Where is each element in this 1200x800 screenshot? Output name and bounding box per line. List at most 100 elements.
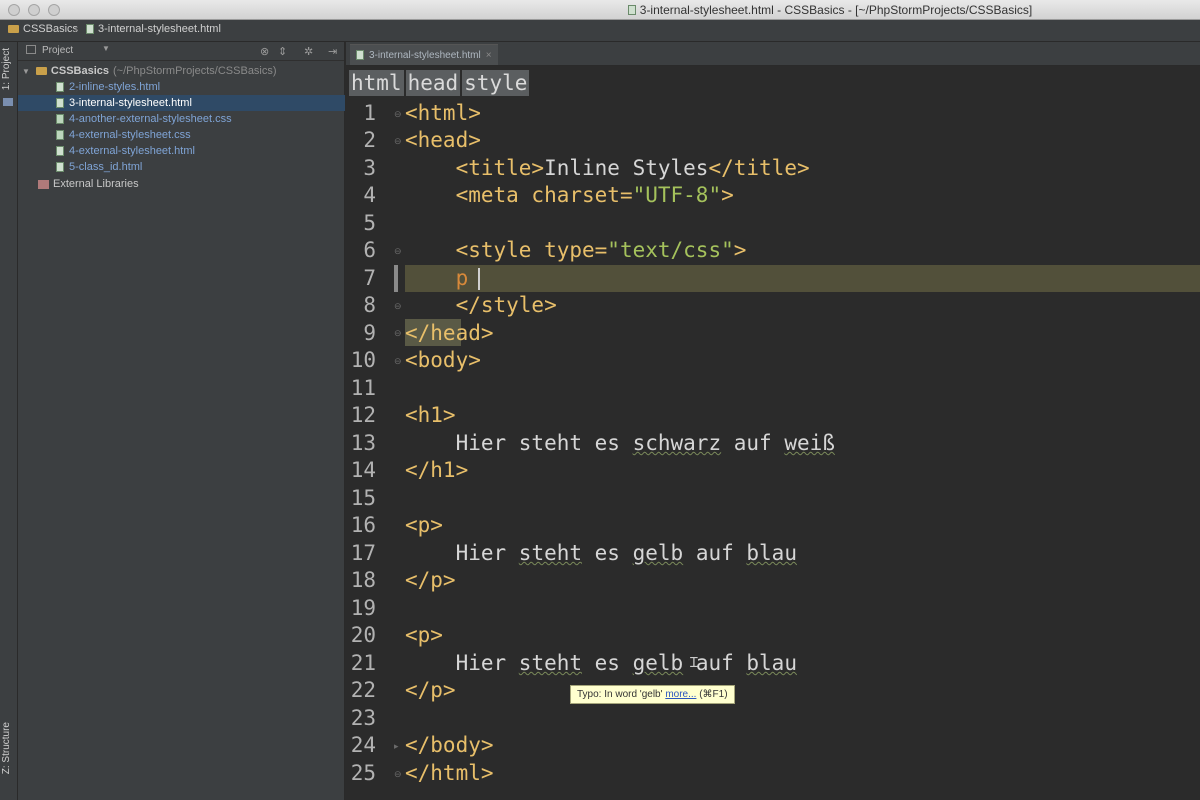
fold-icon[interactable]: ⊖ — [394, 301, 402, 312]
code-line-5[interactable] — [405, 210, 1200, 237]
html-file-icon — [356, 50, 364, 60]
html-tag: <html> — [405, 101, 481, 125]
code-line-20[interactable]: <p> — [405, 622, 1200, 649]
typo-word: gelb — [632, 651, 684, 675]
tab-3-internal-stylesheet[interactable]: 3-internal-stylesheet.html × — [350, 44, 498, 65]
line-number: 14 — [350, 458, 376, 482]
code-line-7-current[interactable]: p — [405, 265, 1200, 292]
tree-file[interactable]: 4-external-stylesheet.css — [18, 127, 345, 143]
html-tag: <h1> — [405, 403, 456, 427]
tree-file[interactable]: 5-class_id.html — [18, 159, 345, 175]
html-tag: <body> — [405, 348, 481, 372]
text-content: auf — [721, 431, 785, 455]
nav-crumb-project-label: CSSBasics — [23, 23, 79, 35]
breadcrumb-head[interactable]: head — [405, 70, 461, 96]
code-line-9[interactable]: </head> — [405, 320, 1200, 347]
project-panel-header: Project ▼ ⊗ ⇕ ✲ ⇥ — [18, 42, 344, 61]
breadcrumb-style[interactable]: style — [462, 70, 530, 96]
nav-crumb-file[interactable]: 3-internal-stylesheet.html — [86, 23, 221, 35]
fold-icon[interactable]: ⊖ — [394, 136, 402, 147]
typo-word: steht — [518, 651, 583, 675]
tree-file-selected[interactable]: 3-internal-stylesheet.html — [18, 95, 345, 111]
tree-file-label: 5-class_id.html — [69, 161, 143, 173]
tooltip-text: Typo: In word 'gelb' — [577, 689, 666, 700]
line-number: 21 — [350, 651, 376, 675]
code-line-13[interactable]: Hier steht es schwarz auf weiß — [405, 430, 1200, 457]
project-panel: Project ▼ ⊗ ⇕ ✲ ⇥ ▼ CSSBasics (~/PhpStor… — [18, 42, 345, 800]
line-number: 10 — [350, 348, 376, 372]
html-tag: <p> — [405, 623, 443, 647]
html-tag: </html> — [405, 761, 494, 785]
tree-file-label: 4-external-stylesheet.css — [69, 129, 191, 141]
fold-icon[interactable]: ▸ — [394, 741, 399, 752]
hide-panel-icon[interactable]: ⇥ — [328, 45, 337, 58]
code-line-4[interactable]: <meta charset="UTF-8"> — [405, 182, 1200, 209]
tree-file-label: 3-internal-stylesheet.html — [69, 97, 192, 109]
window-title: 3-internal-stylesheet.html - CSSBasics -… — [0, 3, 1200, 17]
code-line-8[interactable]: </style> — [405, 292, 1200, 319]
line-number: 20 — [350, 623, 376, 647]
code-line-22[interactable]: </p> — [405, 677, 1200, 704]
tree-file[interactable]: 2-inline-styles.html — [18, 79, 345, 95]
project-view-icon — [26, 45, 36, 54]
window-title-text: 3-internal-stylesheet.html - CSSBasics -… — [639, 3, 1033, 17]
line-number: 19 — [350, 596, 376, 620]
fold-icon[interactable]: ⊖ — [394, 109, 402, 120]
project-view-selector[interactable]: Project — [42, 45, 73, 56]
tree-root[interactable]: ▼ CSSBasics (~/PhpStormProjects/CSSBasic… — [18, 63, 345, 79]
html-file-icon — [56, 98, 64, 108]
code-line-17[interactable]: Hier steht es gelb auf blau — [405, 540, 1200, 567]
tree-root-path: (~/PhpStormProjects/CSSBasics) — [113, 65, 277, 77]
tree-external-libraries[interactable]: External Libraries — [18, 176, 345, 192]
code-line-16[interactable]: <p> — [405, 512, 1200, 539]
tree-root-label: CSSBasics — [50, 65, 110, 77]
html-tag: <title> — [455, 156, 545, 180]
code-line-23[interactable] — [405, 705, 1200, 732]
collapse-all-icon[interactable]: ⇕ — [278, 45, 287, 58]
typo-word: steht — [518, 541, 583, 565]
html-tag: </title> — [708, 156, 810, 180]
text-content: Hier — [455, 651, 519, 675]
fold-icon[interactable]: ⊖ — [394, 328, 402, 339]
code-line-18[interactable]: </p> — [405, 567, 1200, 594]
change-marker — [394, 265, 398, 292]
code-line-12[interactable]: <h1> — [405, 402, 1200, 429]
code-line-15[interactable] — [405, 485, 1200, 512]
scroll-from-source-icon[interactable]: ⊗ — [260, 45, 269, 58]
nav-crumb-project[interactable]: CSSBasics — [8, 23, 78, 35]
typo-word: gelb — [632, 541, 684, 565]
tree-file[interactable]: 4-another-external-stylesheet.css — [18, 111, 345, 127]
text-content: Hier steht es — [455, 431, 633, 455]
code-line-14[interactable]: </h1> — [405, 457, 1200, 484]
fold-icon[interactable]: ⊖ — [394, 769, 402, 780]
code-line-25[interactable]: </html> — [405, 760, 1200, 787]
line-number: 11 — [350, 376, 376, 400]
code-line-24[interactable]: </body> — [405, 732, 1200, 759]
line-number: 12 — [350, 403, 376, 427]
breadcrumb-html[interactable]: html — [349, 70, 404, 96]
tree-file-label: 4-external-stylesheet.html — [69, 145, 195, 157]
tree-file[interactable]: 4-external-stylesheet.html — [18, 143, 345, 159]
code-line-3[interactable]: <title>Inline Styles</title> — [405, 155, 1200, 182]
code-line-19[interactable] — [405, 595, 1200, 622]
code-line-6[interactable]: <style type="text/css"> — [405, 237, 1200, 264]
gear-icon[interactable]: ✲ — [304, 45, 313, 58]
tab-project[interactable]: 1: Project — [1, 48, 12, 90]
code-line-10[interactable]: <body> — [405, 347, 1200, 374]
close-tab-icon[interactable]: × — [486, 50, 492, 61]
text-content: Inline Styles — [544, 156, 709, 180]
fold-icon[interactable]: ⊖ — [394, 246, 402, 257]
line-number: 5 — [363, 211, 376, 235]
chevron-down-icon[interactable]: ▼ — [102, 44, 110, 53]
typo-word: schwarz — [632, 431, 722, 455]
line-number: 16 — [350, 513, 376, 537]
fold-icon[interactable]: ⊖ — [394, 356, 402, 367]
text-content: Hier — [455, 541, 519, 565]
code-line-1[interactable]: <html> — [405, 100, 1200, 127]
code-line-21[interactable]: Hier steht es gelb auf blau — [405, 650, 1200, 677]
html-tag: <style type= — [455, 238, 608, 262]
tab-structure[interactable]: Z: Structure — [1, 722, 12, 774]
tooltip-more-link[interactable]: more... — [665, 689, 696, 700]
code-line-2[interactable]: <head> — [405, 127, 1200, 154]
code-line-11[interactable] — [405, 375, 1200, 402]
